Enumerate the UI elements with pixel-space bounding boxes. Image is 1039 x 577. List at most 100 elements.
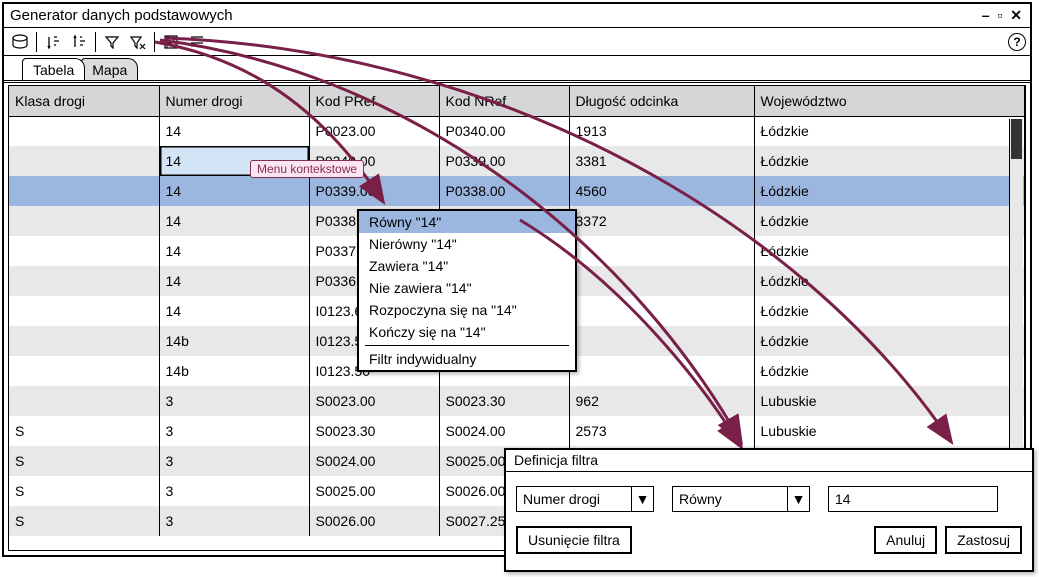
table-cell[interactable]	[569, 356, 754, 386]
table-cell[interactable]: 14	[159, 236, 309, 266]
table-cell[interactable]	[9, 146, 159, 176]
table-cell[interactable]: P0339.00	[309, 176, 439, 206]
table-cell[interactable]: 1913	[569, 116, 754, 146]
table-cell[interactable]: 14	[159, 176, 309, 206]
context-menu-item[interactable]: Zawiera "14"	[359, 255, 575, 277]
table-cell[interactable]: S0024.00	[309, 446, 439, 476]
database-icon[interactable]	[8, 31, 32, 53]
funnel-icon[interactable]	[100, 31, 124, 53]
table-cell[interactable]	[9, 116, 159, 146]
table-cell[interactable]: Łódzkie	[754, 116, 1025, 146]
sort-asc-icon[interactable]	[41, 31, 65, 53]
table-cell[interactable]: Łódzkie	[754, 296, 1025, 326]
table-cell[interactable]: Łódzkie	[754, 146, 1025, 176]
table-row[interactable]: 3S0023.00S0023.30962Lubuskie	[9, 386, 1025, 416]
table-cell[interactable]: 962	[569, 386, 754, 416]
chevron-down-icon: ▼	[787, 487, 809, 511]
table-cell[interactable]	[569, 296, 754, 326]
table-cell[interactable]: 3372	[569, 206, 754, 236]
table-row[interactable]: S3S0023.30S0024.002573Lubuskie	[9, 416, 1025, 446]
table-cell[interactable]	[9, 266, 159, 296]
table-cell[interactable]: S0026.00	[309, 506, 439, 536]
tab-mapa[interactable]: Mapa	[81, 58, 138, 80]
table-cell[interactable]: S	[9, 506, 159, 536]
column-header[interactable]: Długość odcinka	[569, 86, 754, 116]
cancel-button[interactable]: Anuluj	[874, 526, 937, 554]
table-cell[interactable]	[9, 176, 159, 206]
table-cell[interactable]: 3381	[569, 146, 754, 176]
column-header[interactable]: Numer drogi	[159, 86, 309, 116]
table-cell[interactable]	[9, 206, 159, 236]
table-cell[interactable]: Łódzkie	[754, 356, 1025, 386]
column-header[interactable]: Klasa drogi	[9, 86, 159, 116]
table-cell[interactable]: 14	[159, 116, 309, 146]
table-cell[interactable]: P0339.00	[439, 146, 569, 176]
column-header[interactable]: Kod NRef	[439, 86, 569, 116]
table-cell[interactable]	[9, 296, 159, 326]
table-cell[interactable]	[569, 236, 754, 266]
table-cell[interactable]	[569, 266, 754, 296]
table-cell[interactable]: 2573	[569, 416, 754, 446]
context-menu-item[interactable]: Rozpoczyna się na "14"	[359, 299, 575, 321]
filter-field-combo[interactable]: Numer drogi ▼	[516, 486, 654, 512]
table-cell[interactable]: 14b	[159, 356, 309, 386]
context-menu-item[interactable]: Kończy się na "14"	[359, 321, 575, 343]
context-menu-item[interactable]: Nie zawiera "14"	[359, 277, 575, 299]
funnel-clear-icon[interactable]	[126, 31, 150, 53]
table-cell[interactable]: P0338.00	[439, 176, 569, 206]
table-row[interactable]: 14P0340.00P0339.003381Łódzkie	[9, 146, 1025, 176]
chevron-down-icon: ▼	[631, 487, 653, 511]
sort-desc-icon[interactable]	[67, 31, 91, 53]
table-cell[interactable]: S	[9, 416, 159, 446]
table-cell[interactable]: 14	[159, 296, 309, 326]
table-cell[interactable]: Łódzkie	[754, 266, 1025, 296]
table-cell[interactable]: P0340.00	[439, 116, 569, 146]
table-cell[interactable]: Łódzkie	[754, 206, 1025, 236]
table-cell[interactable]: 3	[159, 386, 309, 416]
table-row[interactable]: 14P0339.00P0338.004560Łódzkie	[9, 176, 1025, 206]
apply-button[interactable]: Zastosuj	[945, 526, 1022, 554]
window-controls[interactable]: – ▫ ✕	[982, 7, 1024, 24]
table-cell[interactable]: S0024.00	[439, 416, 569, 446]
table-cell[interactable]: Lubuskie	[754, 416, 1025, 446]
table-cell[interactable]: 3	[159, 446, 309, 476]
table-cell[interactable]	[9, 386, 159, 416]
table-row[interactable]: 14P0023.00P0340.001913Łódzkie	[9, 116, 1025, 146]
context-menu-item[interactable]: Nierówny "14"	[359, 233, 575, 255]
table-cell[interactable]: 3	[159, 476, 309, 506]
table-cell[interactable]: S0023.30	[439, 386, 569, 416]
table-cell[interactable]: P0023.00	[309, 116, 439, 146]
table-cell[interactable]: 14	[159, 266, 309, 296]
filter-operator-combo[interactable]: Równy ▼	[672, 486, 810, 512]
table-cell[interactable]	[569, 326, 754, 356]
list-icon[interactable]	[185, 31, 209, 53]
table-cell[interactable]: S	[9, 476, 159, 506]
context-menu-item[interactable]: Równy "14"	[359, 211, 575, 233]
table-cell[interactable]	[9, 236, 159, 266]
table-cell[interactable]: 14b	[159, 326, 309, 356]
tab-tabela[interactable]: Tabela	[22, 58, 85, 80]
scroll-thumb[interactable]	[1011, 119, 1022, 159]
table-cell[interactable]: Łódzkie	[754, 236, 1025, 266]
table-cell[interactable]: 3	[159, 416, 309, 446]
column-header[interactable]: Kod PRef	[309, 86, 439, 116]
table-cell[interactable]: S0023.00	[309, 386, 439, 416]
table-cell[interactable]: 3	[159, 506, 309, 536]
help-icon[interactable]: ?	[1008, 33, 1026, 51]
table-cell[interactable]	[9, 356, 159, 386]
table-cell[interactable]: S	[9, 446, 159, 476]
table-cell[interactable]	[9, 326, 159, 356]
table-cell[interactable]: S0023.30	[309, 416, 439, 446]
remove-filter-button[interactable]: Usunięcie filtra	[516, 526, 632, 554]
save-icon[interactable]	[159, 31, 183, 53]
table-cell[interactable]: Łódzkie	[754, 326, 1025, 356]
column-header[interactable]: Województwo	[754, 86, 1025, 116]
table-cell[interactable]: Lubuskie	[754, 386, 1025, 416]
filter-value-input[interactable]: 14	[828, 486, 998, 512]
table-cell[interactable]: 4560	[569, 176, 754, 206]
context-menu-item[interactable]: Filtr indywidualny	[359, 348, 575, 370]
table-cell[interactable]: Łódzkie	[754, 176, 1025, 206]
table-cell[interactable]: 14	[159, 206, 309, 236]
titlebar: Generator danych podstawowych – ▫ ✕	[4, 4, 1030, 28]
table-cell[interactable]: S0025.00	[309, 476, 439, 506]
